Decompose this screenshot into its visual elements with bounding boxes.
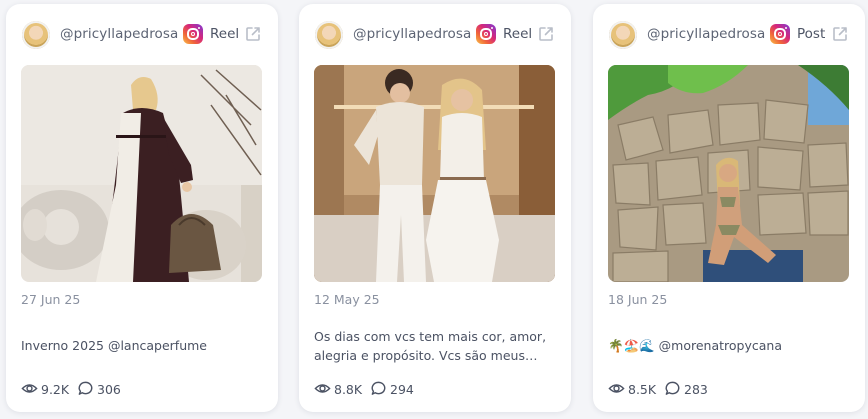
post-thumbnail[interactable] — [314, 65, 555, 282]
account-handle[interactable]: @pricyllapedrosa — [60, 26, 178, 42]
post-date: 27 Jun 25 — [21, 292, 81, 307]
eye-icon — [608, 384, 625, 393]
comment-bubble-icon — [665, 381, 680, 395]
account-handle[interactable]: @pricyllapedrosa — [647, 26, 765, 42]
comment-bubble-icon — [371, 381, 386, 395]
instagram-icon — [183, 24, 203, 44]
post-card[interactable]: @pricyllapedrosa Reel 12 May 25 Os dias … — [299, 4, 571, 412]
avatar[interactable] — [22, 21, 50, 49]
post-thumbnail[interactable] — [21, 65, 262, 282]
views-count: 9.2K — [41, 382, 70, 397]
comments-count: 294 — [390, 382, 414, 397]
avatar[interactable] — [315, 21, 343, 49]
post-type-label: Reel — [210, 26, 240, 42]
post-card[interactable]: @pricyllapedrosa Post 18 Jun 25 🌴🏖️🌊 @mo… — [593, 4, 865, 412]
post-thumbnail[interactable] — [608, 65, 849, 282]
post-type-label: Reel — [503, 26, 533, 42]
external-link-icon[interactable] — [831, 25, 849, 43]
post-header: @pricyllapedrosa Post — [609, 20, 849, 50]
external-link-icon[interactable] — [244, 25, 262, 43]
comments-count: 283 — [684, 382, 708, 397]
eye-icon — [21, 384, 38, 393]
comments-count: 306 — [97, 382, 121, 397]
avatar[interactable] — [609, 21, 637, 49]
post-card[interactable]: @pricyllapedrosa Reel 27 Jun 25 Inverno … — [6, 4, 278, 412]
post-date: 18 Jun 25 — [608, 292, 668, 307]
post-type-label: Post — [797, 26, 826, 42]
post-header: @pricyllapedrosa Reel — [315, 20, 555, 50]
views-count: 8.8K — [334, 382, 363, 397]
post-caption: Inverno 2025 @lancaperfume — [21, 338, 207, 353]
views-count: 8.5K — [628, 382, 657, 397]
instagram-icon — [770, 24, 790, 44]
eye-icon — [314, 384, 331, 393]
post-date: 12 May 25 — [314, 292, 380, 307]
post-caption: Os dias com vcs tem mais cor, amor, aleg… — [314, 329, 547, 363]
instagram-icon — [476, 24, 496, 44]
account-handle[interactable]: @pricyllapedrosa — [353, 26, 471, 42]
post-header: @pricyllapedrosa Reel — [22, 20, 262, 50]
external-link-icon[interactable] — [537, 25, 555, 43]
comment-bubble-icon — [78, 381, 93, 395]
post-caption: 🌴🏖️🌊 @morenatropycana — [608, 338, 782, 353]
